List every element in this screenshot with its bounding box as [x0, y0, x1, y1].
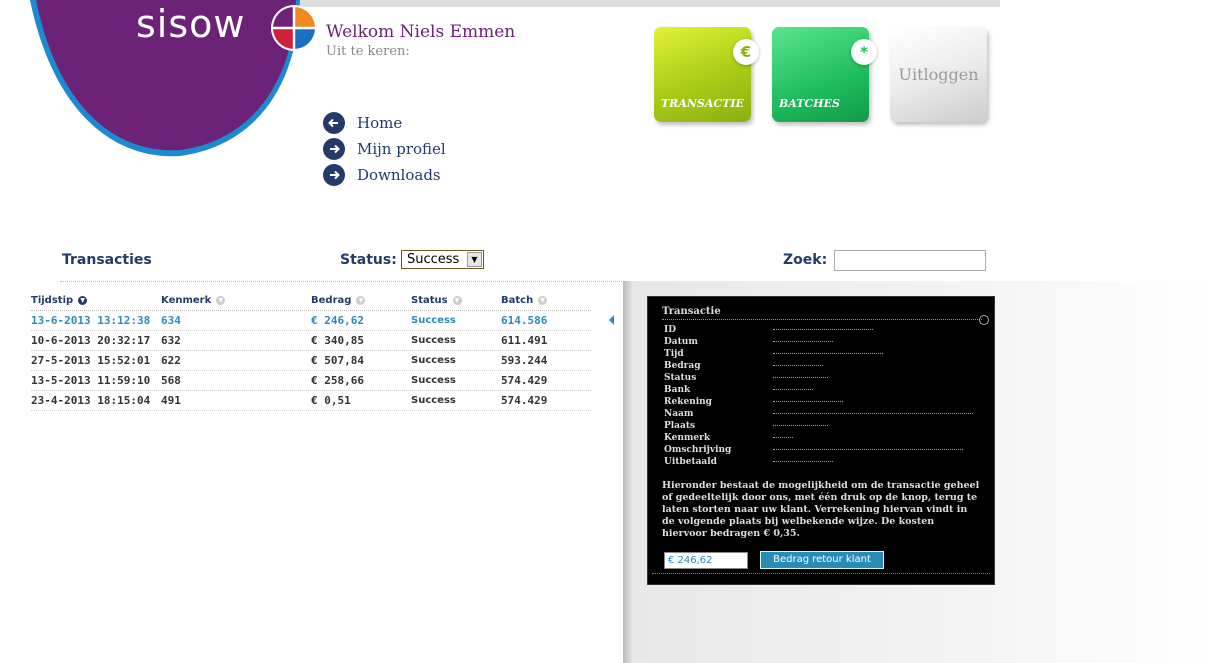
logo-mark-icon	[271, 5, 317, 51]
cell-status: Success	[411, 375, 456, 386]
nav-mijn-profiel-label: Mijn profiel	[357, 140, 446, 158]
table-row[interactable]: 13-5-2013 11:59:10 568 € 258,66 Success …	[31, 371, 591, 391]
col-tijdstip[interactable]: Tijdstip ▼	[31, 295, 161, 306]
cell-kenmerk: 568	[161, 374, 181, 387]
refund-amount-input[interactable]	[664, 552, 748, 569]
nav-downloads[interactable]: Downloads	[323, 162, 446, 188]
cell-batch: 611.491	[501, 334, 548, 347]
cell-status: Success	[411, 315, 456, 326]
selected-row-pointer-icon	[609, 315, 614, 325]
main-nav: Home Mijn profiel Downloads	[323, 110, 446, 188]
field-label: Rekening	[664, 397, 712, 407]
table-row[interactable]: 10-6-2013 20:32:17 632 € 340,85 Success …	[31, 331, 591, 351]
status-select-value: Success	[407, 252, 460, 267]
arrow-left-icon	[323, 112, 345, 134]
logout-tile[interactable]: Uitloggen	[890, 27, 987, 122]
arrow-right-icon	[323, 164, 345, 186]
arrow-right-icon	[323, 138, 345, 160]
nav-home-label: Home	[357, 114, 403, 132]
cell-kenmerk: 622	[161, 354, 181, 367]
field-label: Kenmerk	[664, 433, 711, 443]
col-bedrag[interactable]: Bedrag ▼	[311, 295, 411, 306]
sort-icon[interactable]: ▼	[216, 295, 226, 305]
nav-mijn-profiel[interactable]: Mijn profiel	[323, 136, 446, 162]
sort-icon[interactable]: ▼	[538, 295, 548, 305]
status-filter-label: Status:	[340, 252, 397, 268]
logo-text[interactable]: sisow	[136, 2, 245, 46]
sort-icon[interactable]: ▼	[452, 295, 462, 305]
cell-kenmerk: 632	[161, 334, 181, 347]
sort-desc-icon[interactable]: ▼	[78, 295, 88, 305]
cell-tijdstip: 23-4-2013 18:15:04	[31, 394, 151, 407]
field-label: Bedrag	[664, 361, 701, 371]
detail-title: Transactie	[662, 306, 721, 317]
transaction-detail: Transactie ID Datum Tijd Bedrag Status B…	[647, 296, 995, 585]
transactie-tile-label: TRANSACTIE	[661, 97, 744, 110]
cell-bedrag: € 0,51	[311, 394, 351, 407]
cell-tijdstip: 10-6-2013 20:32:17	[31, 334, 151, 347]
cell-status: Success	[411, 335, 456, 346]
cell-status: Success	[411, 355, 456, 366]
cell-batch: 574.429	[501, 374, 548, 387]
euro-icon: €	[733, 39, 759, 65]
cell-status: Success	[411, 395, 456, 406]
field-label: Omschrijving	[664, 445, 732, 455]
table-row[interactable]: 23-4-2013 18:15:04 491 € 0,51 Success 57…	[31, 391, 591, 411]
table-row[interactable]: 13-6-2013 13:12:38 634 € 246,62 Success …	[31, 311, 591, 331]
refund-explanation: Hieronder bestaat de mogelijkheid om de …	[662, 480, 980, 539]
field-label: Naam	[664, 409, 694, 419]
cell-tijdstip: 13-6-2013 13:12:38	[31, 314, 151, 327]
logout-tile-label: Uitloggen	[898, 65, 979, 84]
cell-kenmerk: 634	[161, 314, 181, 327]
cell-batch: 614.586	[501, 314, 548, 327]
transactions-table: Tijdstip ▼ Kenmerk ▼ Bedrag ▼ Status ▼ Batch…	[31, 290, 591, 411]
cell-batch: 593.244	[501, 354, 548, 367]
col-batch[interactable]: Batch ▼	[501, 295, 591, 306]
asterisk-icon: *	[851, 39, 877, 65]
cell-bedrag: € 340,85	[311, 334, 364, 347]
detail-divider	[662, 319, 982, 320]
table-header: Tijdstip ▼ Kenmerk ▼ Bedrag ▼ Status ▼ Batch…	[31, 290, 591, 311]
payout-label: Uit te keren:	[326, 44, 410, 59]
sort-icon[interactable]: ▼	[356, 295, 366, 305]
section-title: Transacties	[62, 252, 152, 268]
search-input[interactable]	[834, 250, 986, 271]
detail-bottom-divider	[652, 573, 990, 574]
field-label: Tijd	[664, 349, 684, 359]
cell-bedrag: € 507,84	[311, 354, 364, 367]
field-label: Datum	[664, 337, 698, 347]
field-label: Status	[664, 373, 697, 383]
col-kenmerk[interactable]: Kenmerk ▼	[161, 295, 311, 306]
field-label: Plaats	[664, 421, 696, 431]
chevron-down-icon[interactable]: ▼	[467, 252, 482, 267]
cell-batch: 574.429	[501, 394, 548, 407]
detail-field-labels: ID Datum Tijd Bedrag Status Bank Rekenin…	[664, 324, 731, 468]
cell-kenmerk: 491	[161, 394, 181, 407]
nav-downloads-label: Downloads	[357, 166, 441, 184]
status-select[interactable]: Success ▼	[401, 250, 484, 269]
transactie-tile[interactable]: € TRANSACTIE	[654, 27, 759, 122]
field-label: ID	[664, 325, 677, 335]
col-status[interactable]: Status ▼	[411, 295, 501, 306]
batches-tile-label: BATCHES	[779, 97, 840, 110]
batches-tile[interactable]: * BATCHES	[772, 27, 877, 122]
field-label: Bank	[664, 385, 691, 395]
refund-button[interactable]: Bedrag retour klant	[760, 551, 884, 569]
cell-bedrag: € 246,62	[311, 314, 364, 327]
field-label: Uitbetaald	[664, 457, 717, 467]
top-bar	[300, 0, 1000, 7]
cell-tijdstip: 13-5-2013 11:59:10	[31, 374, 151, 387]
nav-home[interactable]: Home	[323, 110, 446, 136]
detail-field-values-obscured	[773, 324, 973, 468]
table-row[interactable]: 27-5-2013 15:52:01 622 € 507,84 Success …	[31, 351, 591, 371]
search-label: Zoek:	[783, 252, 828, 268]
scroll-icon[interactable]	[979, 315, 989, 325]
cell-bedrag: € 258,66	[311, 374, 364, 387]
welcome-text: Welkom Niels Emmen	[326, 22, 516, 42]
cell-tijdstip: 27-5-2013 15:52:01	[31, 354, 151, 367]
